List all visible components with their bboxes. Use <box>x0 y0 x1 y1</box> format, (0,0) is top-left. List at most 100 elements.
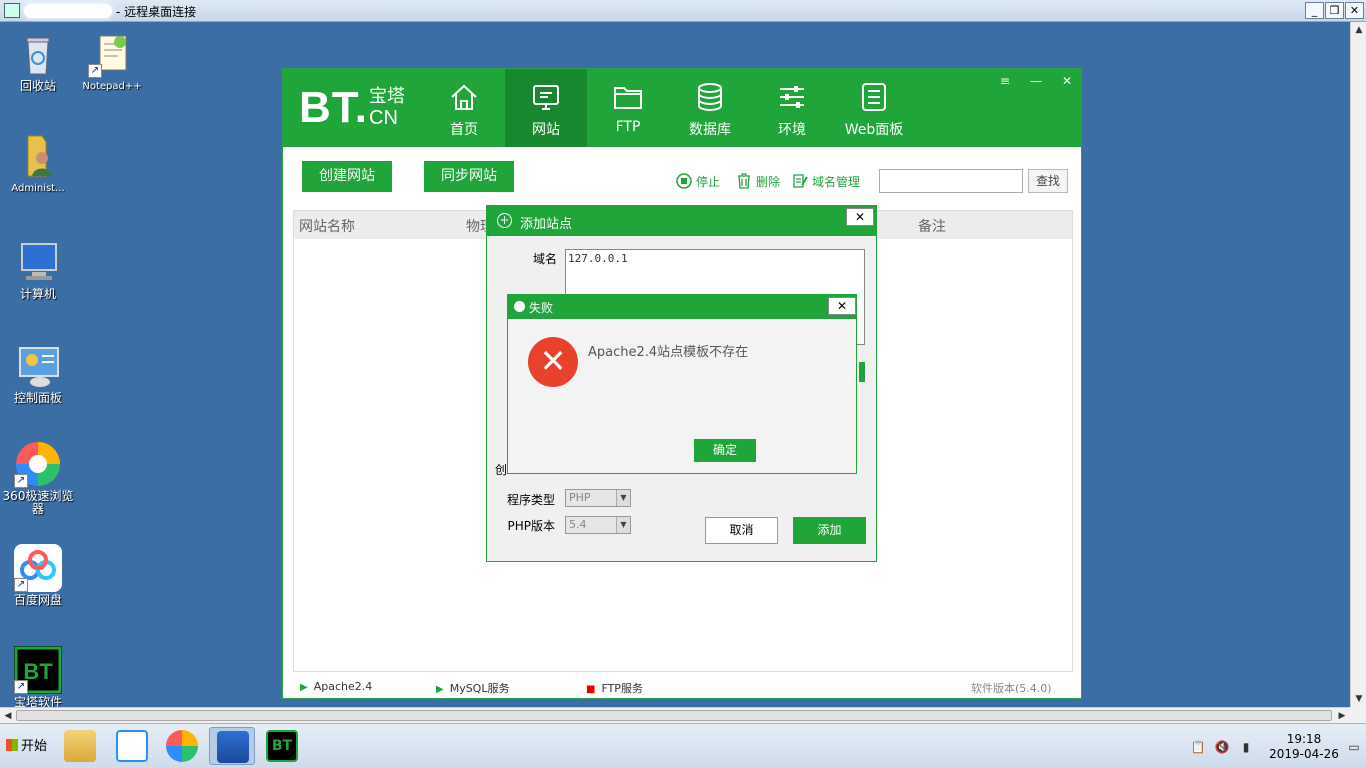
chevron-down-icon: ▼ <box>616 517 630 533</box>
notepadpp-icon: ↗ <box>88 30 136 78</box>
create-label: 创 <box>494 463 507 477</box>
bt-logo: BT. 宝塔 CN <box>299 83 405 132</box>
panel-menu-button[interactable]: ≡ <box>993 71 1017 91</box>
search-input[interactable] <box>879 169 1023 193</box>
stop-tool[interactable]: 停止 <box>676 173 720 190</box>
domain-manage-tool[interactable]: 域名管理 <box>792 173 860 190</box>
trash-icon <box>738 173 750 189</box>
domain-label: 域名 <box>532 252 557 266</box>
start-button[interactable]: 开始 <box>2 732 50 762</box>
rdp-close-button[interactable]: ✕ <box>1345 2 1364 19</box>
nav-web-panel[interactable]: Web面板 <box>833 69 915 147</box>
running-icon: ▶ <box>300 682 308 693</box>
desktop-icon-computer[interactable]: 计算机 <box>0 238 76 301</box>
php-version-label: PHP版本 <box>507 519 556 533</box>
desktop-icon-baidu-netdisk[interactable]: ↗ 百度网盘 <box>0 544 76 607</box>
col-note[interactable]: 备注 <box>918 216 946 236</box>
horizontal-scrollbar[interactable]: ◀ ▶ <box>0 707 1350 723</box>
nav-home[interactable]: 首页 <box>423 69 505 147</box>
search-button[interactable]: 查找 <box>1028 169 1068 193</box>
add-button[interactable]: 添加 <box>793 517 866 544</box>
desktop-icon-administrator[interactable]: Administ... <box>0 132 76 195</box>
panel-close-button[interactable]: ✕ <box>1055 71 1079 91</box>
confirm-button[interactable]: 确定 <box>694 439 756 462</box>
desktop-icon-recycle-bin[interactable]: 回收站 <box>0 30 76 93</box>
database-icon <box>698 83 722 112</box>
create-website-button[interactable]: 创建网站 <box>302 161 392 192</box>
taskbar-baidu-netdisk[interactable] <box>109 727 155 765</box>
clock[interactable]: 19:18 2019-04-26 <box>1268 732 1340 762</box>
apache-status[interactable]: ▶ Apache2.4 <box>300 680 372 693</box>
bt-header: BT. 宝塔 CN 首页 网站 FTP 数据库 环境 Web面板 ≡ — ✕ <box>283 69 1081 147</box>
stopped-icon: ■ <box>586 684 596 695</box>
cancel-button[interactable]: 取消 <box>705 517 778 544</box>
taskbar: 开始 BT 📋 🔇 ▮ ▭ 19:18 2019-04-26 <box>0 723 1366 768</box>
scroll-left-icon[interactable]: ◀ <box>0 708 16 724</box>
error-title-bar: 失败 <box>508 295 856 319</box>
ftp-status[interactable]: ■ FTP服务 <box>586 680 643 696</box>
volume-muted-icon[interactable]: 🔇 <box>1213 739 1231 755</box>
rdp-app-icon <box>4 3 20 18</box>
scroll-right-icon[interactable]: ▶ <box>1334 708 1350 724</box>
error-close-button[interactable]: ✕ <box>828 297 856 315</box>
bt-panel-icon: BT ↗ <box>14 646 62 694</box>
rdp-minimize-button[interactable]: _ <box>1305 2 1324 19</box>
desktop-icon-bt-panel[interactable]: BT ↗ 宝塔软件 <box>0 646 76 709</box>
edit-icon <box>793 174 808 188</box>
error-x-icon: ✕ <box>528 337 578 387</box>
software-version: 软件版本(5.4.0) <box>971 682 1052 695</box>
scroll-up-icon[interactable]: ▲ <box>1351 22 1366 38</box>
delete-tool[interactable]: 删除 <box>736 173 780 190</box>
shortcut-arrow-icon: ↗ <box>14 578 28 592</box>
sync-website-button[interactable]: 同步网站 <box>424 161 514 192</box>
program-type-select[interactable]: PHP ▼ <box>565 489 631 507</box>
shortcut-arrow-icon: ↗ <box>14 474 28 488</box>
monitor-icon <box>533 85 559 110</box>
list-panel-icon <box>862 83 886 111</box>
user-folder-icon <box>14 132 62 180</box>
show-desktop-icon[interactable]: ▭ <box>1345 739 1363 755</box>
panel-minimize-button[interactable]: — <box>1024 71 1048 91</box>
rdp-title: - 远程桌面连接 <box>116 5 197 19</box>
mysql-status[interactable]: ▶ MySQL服务 <box>436 680 509 696</box>
program-type-label: 程序类型 <box>506 493 555 507</box>
shortcut-arrow-icon: ↗ <box>88 64 102 78</box>
sliders-icon <box>780 86 804 108</box>
clipboard-icon[interactable]: 📋 <box>1189 739 1207 755</box>
scroll-corner <box>1350 707 1366 723</box>
add-site-close-button[interactable]: ✕ <box>846 208 874 226</box>
recycle-bin-icon <box>14 30 62 78</box>
error-dialog: 失败 ✕ ✕ Apache2.4站点模板不存在 确定 <box>507 294 857 474</box>
desktop-icon-notepadpp[interactable]: ↗ Notepad++ <box>74 30 150 93</box>
signal-icon[interactable]: ▮ <box>1237 739 1255 755</box>
col-site-name[interactable]: 网站名称 <box>299 216 355 236</box>
php-version-select[interactable]: 5.4 ▼ <box>565 516 631 534</box>
taskbar-explorer[interactable] <box>57 727 103 765</box>
taskbar-360-browser[interactable] <box>159 727 205 765</box>
folder-icon <box>64 730 96 762</box>
redacted-host <box>24 4 112 18</box>
nav-ftp[interactable]: FTP <box>587 69 669 147</box>
vertical-scrollbar[interactable]: ▲ ▼ <box>1350 22 1366 707</box>
taskbar-bt-panel[interactable]: BT <box>259 727 305 765</box>
chevron-down-icon: ▼ <box>616 490 630 506</box>
desktop-icon-360-browser[interactable]: ↗ 360极速浏览器 <box>0 440 76 516</box>
chat-icon <box>514 301 525 312</box>
error-message: Apache2.4站点模板不存在 <box>588 345 749 360</box>
nav-environment[interactable]: 环境 <box>751 69 833 147</box>
360-browser-icon <box>166 730 198 762</box>
scroll-down-icon[interactable]: ▼ <box>1351 691 1366 707</box>
add-site-title-bar: + 添加站点 <box>487 206 876 236</box>
rdp-title-bar: - 远程桌面连接 _ ❐ ✕ <box>0 0 1366 22</box>
plus-circle-icon: + <box>497 213 512 228</box>
taskbar-remote-desktop[interactable] <box>209 727 255 765</box>
remote-desktop-icon <box>217 731 249 763</box>
360-browser-icon: ↗ <box>14 440 62 488</box>
nav-database[interactable]: 数据库 <box>669 69 751 147</box>
scroll-thumb[interactable] <box>16 710 1332 721</box>
service-status-bar: ▶ Apache2.4 ▶ MySQL服务 ■ FTP服务 软件版本(5.4.0) <box>283 677 1081 699</box>
shortcut-arrow-icon: ↗ <box>14 680 28 694</box>
desktop-icon-control-panel[interactable]: 控制面板 <box>0 342 76 405</box>
rdp-restore-button[interactable]: ❐ <box>1325 2 1344 19</box>
nav-website[interactable]: 网站 <box>505 69 587 147</box>
